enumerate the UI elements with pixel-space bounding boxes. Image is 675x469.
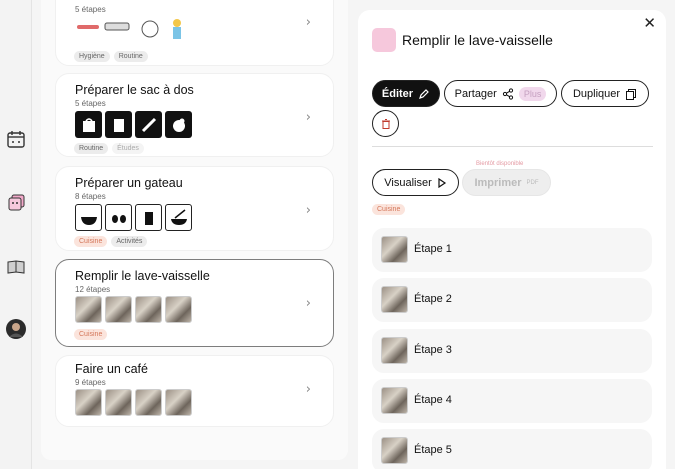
duplicate-label: Dupliquer xyxy=(572,87,621,100)
chevron-right-icon: › xyxy=(305,110,311,125)
card-thumbnails xyxy=(75,111,192,138)
step-photo xyxy=(135,296,162,323)
tag: Routine xyxy=(74,143,109,154)
step-label: Étape 5 xyxy=(414,444,452,456)
list-item[interactable]: Remplir le lave-vaisselle 12 étapes Cuis… xyxy=(55,259,334,347)
step-photo xyxy=(105,389,132,416)
calendar-icon[interactable] xyxy=(5,128,27,150)
chevron-right-icon: › xyxy=(305,203,311,218)
chevron-right-icon: › xyxy=(305,15,311,30)
step-photo xyxy=(75,296,102,323)
pdf-icon: PDF xyxy=(526,179,539,186)
plus-badge: Plus xyxy=(518,86,547,101)
book-icon[interactable] xyxy=(5,256,27,278)
snack-pictogram-icon xyxy=(165,111,192,138)
step-photo xyxy=(165,389,192,416)
tag: Activités xyxy=(111,236,148,247)
list-item[interactable]: Étape 4 xyxy=(372,379,652,423)
pencil-icon xyxy=(419,88,429,99)
edit-label: Éditer xyxy=(381,87,414,100)
tag: Hygiène xyxy=(74,51,110,62)
play-icon xyxy=(438,177,446,188)
bowl-pictogram-icon xyxy=(75,204,102,231)
step-photo xyxy=(381,236,408,263)
duplicate-button[interactable]: Dupliquer xyxy=(561,80,649,107)
sequences-icon[interactable] xyxy=(5,192,27,214)
step-label: Étape 3 xyxy=(414,344,452,356)
print-button[interactable]: Imprimer PDF xyxy=(462,169,551,196)
card-steps: 5 étapes xyxy=(75,99,106,108)
notebook-pictogram-icon xyxy=(105,111,132,138)
hygiene-pictograms-icon xyxy=(77,19,181,39)
edit-button[interactable]: Éditer xyxy=(372,80,440,107)
list-item[interactable]: Étape 1 xyxy=(372,228,652,272)
eggs-pictogram-icon xyxy=(105,204,132,231)
sequence-list: 5 étapes Hygiène Routine › Préparer le s… xyxy=(41,0,348,460)
sequence-detail: ✕ Remplir le lave-vaisselle Éditer Parta… xyxy=(358,10,666,469)
card-title: Préparer un gateau xyxy=(75,176,183,190)
mix-pictogram-icon xyxy=(165,204,192,231)
trash-icon xyxy=(381,118,390,129)
divider xyxy=(372,146,653,147)
tag: Cuisine xyxy=(74,329,108,340)
close-icon[interactable]: ✕ xyxy=(643,14,656,32)
list-item[interactable]: Étape 3 xyxy=(372,329,652,373)
step-label: Étape 4 xyxy=(414,394,452,406)
card-steps: 9 étapes xyxy=(75,378,106,387)
visualize-button[interactable]: Visualiser xyxy=(372,169,459,196)
card-tags: Routine Études xyxy=(74,143,144,154)
step-photo xyxy=(75,389,102,416)
card-steps: 8 étapes xyxy=(75,192,106,201)
visualize-label: Visualiser xyxy=(384,176,432,189)
card-tags: Cuisine xyxy=(74,329,108,340)
card-title: Préparer le sac à dos xyxy=(75,83,194,97)
tag: Cuisine xyxy=(74,236,108,247)
step-photo xyxy=(381,337,408,364)
chevron-right-icon: › xyxy=(305,296,311,311)
milk-pictogram-icon xyxy=(135,204,162,231)
list-item[interactable]: Faire un café 9 étapes › xyxy=(55,355,334,427)
list-item[interactable]: Étape 2 xyxy=(372,278,652,322)
step-photo xyxy=(105,296,132,323)
list-item[interactable]: Étape 5 xyxy=(372,429,652,469)
card-title: Faire un café xyxy=(75,362,148,376)
card-thumbnails xyxy=(75,296,192,323)
avatar[interactable] xyxy=(5,318,27,340)
print-label: Imprimer xyxy=(474,176,522,189)
list-item[interactable]: 5 étapes Hygiène Routine › xyxy=(55,0,334,66)
card-tags: Cuisine Activités xyxy=(74,236,148,247)
list-item[interactable]: Préparer un gateau 8 étapes Cuisine Acti… xyxy=(55,166,334,251)
step-photo xyxy=(381,387,408,414)
card-tags: Hygiène Routine xyxy=(74,51,148,62)
share-label: Partager xyxy=(454,87,497,100)
card-steps: 5 étapes xyxy=(75,5,106,14)
tag: Routine xyxy=(113,51,148,62)
card-title: Remplir le lave-vaisselle xyxy=(75,269,210,283)
card-thumbnails xyxy=(75,204,192,231)
card-steps: 12 étapes xyxy=(75,285,111,294)
chevron-right-icon: › xyxy=(305,382,311,397)
step-photo xyxy=(165,296,192,323)
step-label: Étape 2 xyxy=(414,293,452,305)
share-button[interactable]: Partager Plus xyxy=(444,80,557,107)
tag: Études xyxy=(112,143,144,154)
pencil-pictogram-icon xyxy=(135,111,162,138)
step-label: Étape 1 xyxy=(414,243,452,255)
nav-rail xyxy=(0,0,32,469)
list-item[interactable]: Préparer le sac à dos 5 étapes Routine É… xyxy=(55,73,334,157)
page-title: Remplir le lave-vaisselle xyxy=(402,32,553,48)
category-tag: Cuisine xyxy=(372,204,406,215)
share-icon xyxy=(502,87,513,100)
step-photo xyxy=(381,437,408,464)
bag-pictogram-icon xyxy=(75,111,102,138)
step-photo xyxy=(135,389,162,416)
card-thumbnails xyxy=(75,15,195,45)
sequence-icon xyxy=(372,28,396,52)
step-photo xyxy=(381,286,408,313)
coming-soon-label: Bientôt disponible xyxy=(476,161,524,167)
delete-button[interactable] xyxy=(372,110,399,137)
card-thumbnails xyxy=(75,389,192,416)
copy-icon xyxy=(626,88,637,100)
